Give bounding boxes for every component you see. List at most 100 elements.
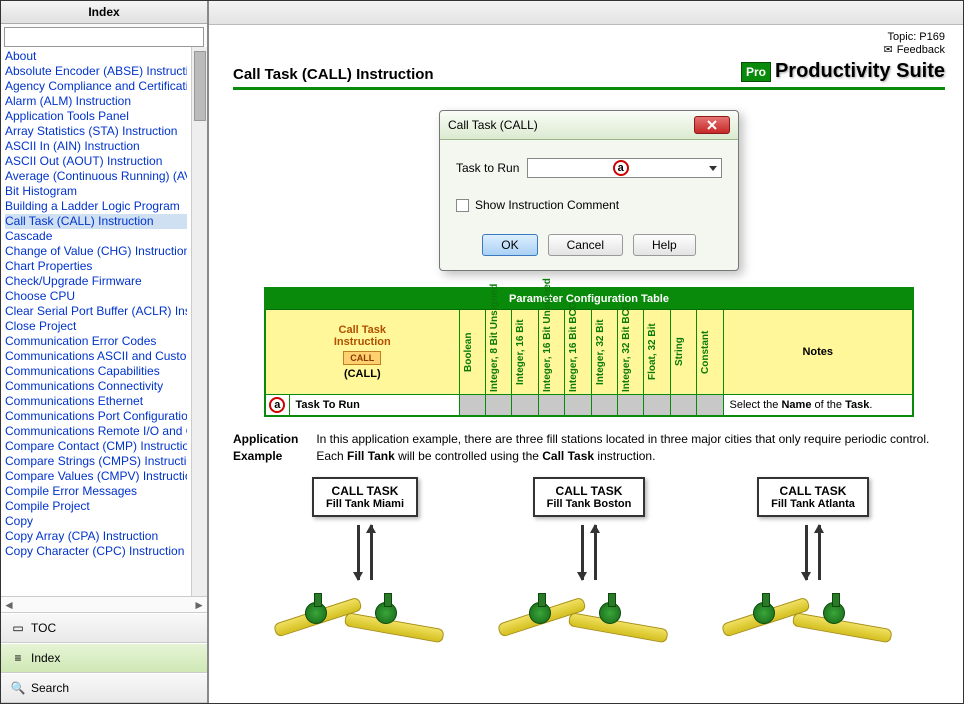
index-item[interactable]: Check/Upgrade Firmware xyxy=(5,274,187,289)
ok-button[interactable]: OK xyxy=(482,234,537,256)
envelope-icon: ✉ xyxy=(883,43,892,56)
show-comment-label: Show Instruction Comment xyxy=(475,198,619,212)
call-task-box: CALL TASKFill Tank Miami xyxy=(312,477,418,517)
nav-tab-toc[interactable]: ▭TOC xyxy=(1,613,207,643)
index-item[interactable]: ASCII In (AIN) Instruction xyxy=(5,139,187,154)
index-list[interactable]: AboutAbsolute Encoder (ABSE) Instruction… xyxy=(1,47,191,596)
index-item[interactable]: About xyxy=(5,49,187,64)
index-icon: ≡ xyxy=(11,651,25,665)
show-comment-checkbox[interactable] xyxy=(456,199,469,212)
arrow-down-icon xyxy=(581,525,584,580)
col-int16bcd: Integer, 16 Bit BCD xyxy=(568,312,579,392)
arrow-down-icon xyxy=(357,525,360,580)
sidebar: Index AboutAbsolute Encoder (ABSE) Instr… xyxy=(1,1,209,703)
nav-tab-search[interactable]: 🔍Search xyxy=(1,673,207,703)
index-item[interactable]: Communications Capabilities xyxy=(5,364,187,379)
index-item[interactable]: Communications Ethernet xyxy=(5,394,187,409)
index-h-scrollbar[interactable]: ◄► xyxy=(1,596,207,612)
feedback-link[interactable]: ✉Feedback xyxy=(233,43,945,56)
help-button[interactable]: Help xyxy=(633,234,696,256)
main-toolbar xyxy=(209,1,963,25)
marker-a-icon: a xyxy=(613,160,629,176)
index-item[interactable]: Choose CPU xyxy=(5,289,187,304)
index-item[interactable]: Communications Connectivity xyxy=(5,379,187,394)
brand-badge: Pro xyxy=(741,62,771,82)
index-item[interactable]: Copy Character (CPC) Instruction xyxy=(5,544,187,559)
col-notes: Notes xyxy=(723,310,913,395)
index-item[interactable]: Communications ASCII and Custom Protocol xyxy=(5,349,187,364)
index-item[interactable]: Average (Continuous Running) (AVGR) Inst… xyxy=(5,169,187,184)
index-item[interactable]: Chart Properties xyxy=(5,259,187,274)
col-constant: Constant xyxy=(700,312,711,392)
book-icon: ▭ xyxy=(11,621,25,635)
index-item[interactable]: Change of Value (CHG) Instruction xyxy=(5,244,187,259)
index-item[interactable]: Communications Port Configuration xyxy=(5,409,187,424)
station: CALL TASKFill Tank Atlanta xyxy=(723,477,903,674)
index-item[interactable]: Clear Serial Port Buffer (ACLR) Instruct… xyxy=(5,304,187,319)
app-example-text: In this application example, there are t… xyxy=(316,431,945,465)
col-int32bcd: Integer, 32 Bit BCD xyxy=(621,312,632,392)
call-badge: CALL xyxy=(343,351,381,365)
nav-tab-index[interactable]: ≡Index xyxy=(1,643,207,673)
task-to-run-label: Task to Run xyxy=(456,161,519,175)
call-task-dialog: Call Task (CALL) Task to Run a xyxy=(439,110,739,271)
row-notes: Select the Name of the Task. xyxy=(723,395,913,417)
index-item[interactable]: Compare Values (CMPV) Instruction xyxy=(5,469,187,484)
index-item[interactable]: Agency Compliance and Certifications xyxy=(5,79,187,94)
index-item[interactable]: Call Task (CALL) Instruction xyxy=(5,214,187,229)
call-task-box: CALL TASKFill Tank Atlanta xyxy=(757,477,869,517)
topic-id: Topic: P169 xyxy=(233,31,945,43)
sidebar-header: Index xyxy=(1,1,207,24)
stations-row: CALL TASKFill Tank Miami CALL TASKFill T… xyxy=(233,477,945,674)
index-item[interactable]: Communication Error Codes xyxy=(5,334,187,349)
index-item[interactable]: Building a Ladder Logic Program xyxy=(5,199,187,214)
dialog-close-button[interactable] xyxy=(694,116,730,134)
col-float32: Float, 32 Bit xyxy=(647,312,658,392)
index-item[interactable]: Array Statistics (STA) Instruction xyxy=(5,124,187,139)
row-marker-a: a xyxy=(269,397,285,413)
index-item[interactable]: Cascade xyxy=(5,229,187,244)
col-int8u: Integer, 8 Bit Unsigned xyxy=(489,312,500,392)
ptable-header: Parameter Configuration Table xyxy=(265,288,913,310)
station: CALL TASKFill Tank Boston xyxy=(499,477,679,674)
col-int16u: Integer, 16 Bit Unsigned xyxy=(542,312,553,392)
index-item[interactable]: Alarm (ALM) Instruction xyxy=(5,94,187,109)
call-task-box: CALL TASKFill Tank Boston xyxy=(533,477,646,517)
index-item[interactable]: Copy Array (CPA) Instruction xyxy=(5,529,187,544)
index-scrollbar[interactable] xyxy=(191,47,207,596)
task-to-run-dropdown[interactable]: a xyxy=(527,158,722,178)
chevron-down-icon xyxy=(709,166,717,171)
index-item[interactable]: Compile Project xyxy=(5,499,187,514)
cancel-button[interactable]: Cancel xyxy=(548,234,623,256)
index-item[interactable]: Application Tools Panel xyxy=(5,109,187,124)
pipe-diagram xyxy=(275,584,455,674)
arrow-up-icon xyxy=(370,525,373,580)
brand: Pro Productivity Suite xyxy=(741,60,945,83)
page-title: Call Task (CALL) Instruction xyxy=(233,66,434,83)
index-item[interactable]: ASCII Out (AOUT) Instruction xyxy=(5,154,187,169)
arrow-up-icon xyxy=(594,525,597,580)
station: CALL TASKFill Tank Miami xyxy=(275,477,455,674)
index-item[interactable]: Close Project xyxy=(5,319,187,334)
col-int16: Integer, 16 Bit xyxy=(515,312,526,392)
index-search-input[interactable] xyxy=(4,27,204,47)
index-item[interactable]: Absolute Encoder (ABSE) Instruction xyxy=(5,64,187,79)
pipe-diagram xyxy=(499,584,679,674)
col-int32: Integer, 32 Bit xyxy=(595,312,606,392)
brand-text: Productivity Suite xyxy=(775,60,945,83)
index-item[interactable]: Communications Remote I/O and GS Drives xyxy=(5,424,187,439)
col-string: String xyxy=(674,312,685,392)
index-item[interactable]: Copy xyxy=(5,514,187,529)
row-task-to-run: Task To Run xyxy=(289,395,459,417)
index-item[interactable]: Compare Contact (CMP) Instruction xyxy=(5,439,187,454)
index-item[interactable]: Compare Strings (CMPS) Instruction xyxy=(5,454,187,469)
arrow-down-icon xyxy=(805,525,808,580)
parameter-config-table: Parameter Configuration Table Call TaskI… xyxy=(264,287,914,417)
index-item[interactable]: Bit Histogram xyxy=(5,184,187,199)
col-boolean: Boolean xyxy=(463,312,474,392)
app-example-label: Application Example xyxy=(233,431,298,465)
arrow-up-icon xyxy=(818,525,821,580)
search-icon: 🔍 xyxy=(11,681,25,695)
index-item[interactable]: Compile Error Messages xyxy=(5,484,187,499)
main-panel: Topic: P169 ✉Feedback Call Task (CALL) I… xyxy=(209,1,963,703)
